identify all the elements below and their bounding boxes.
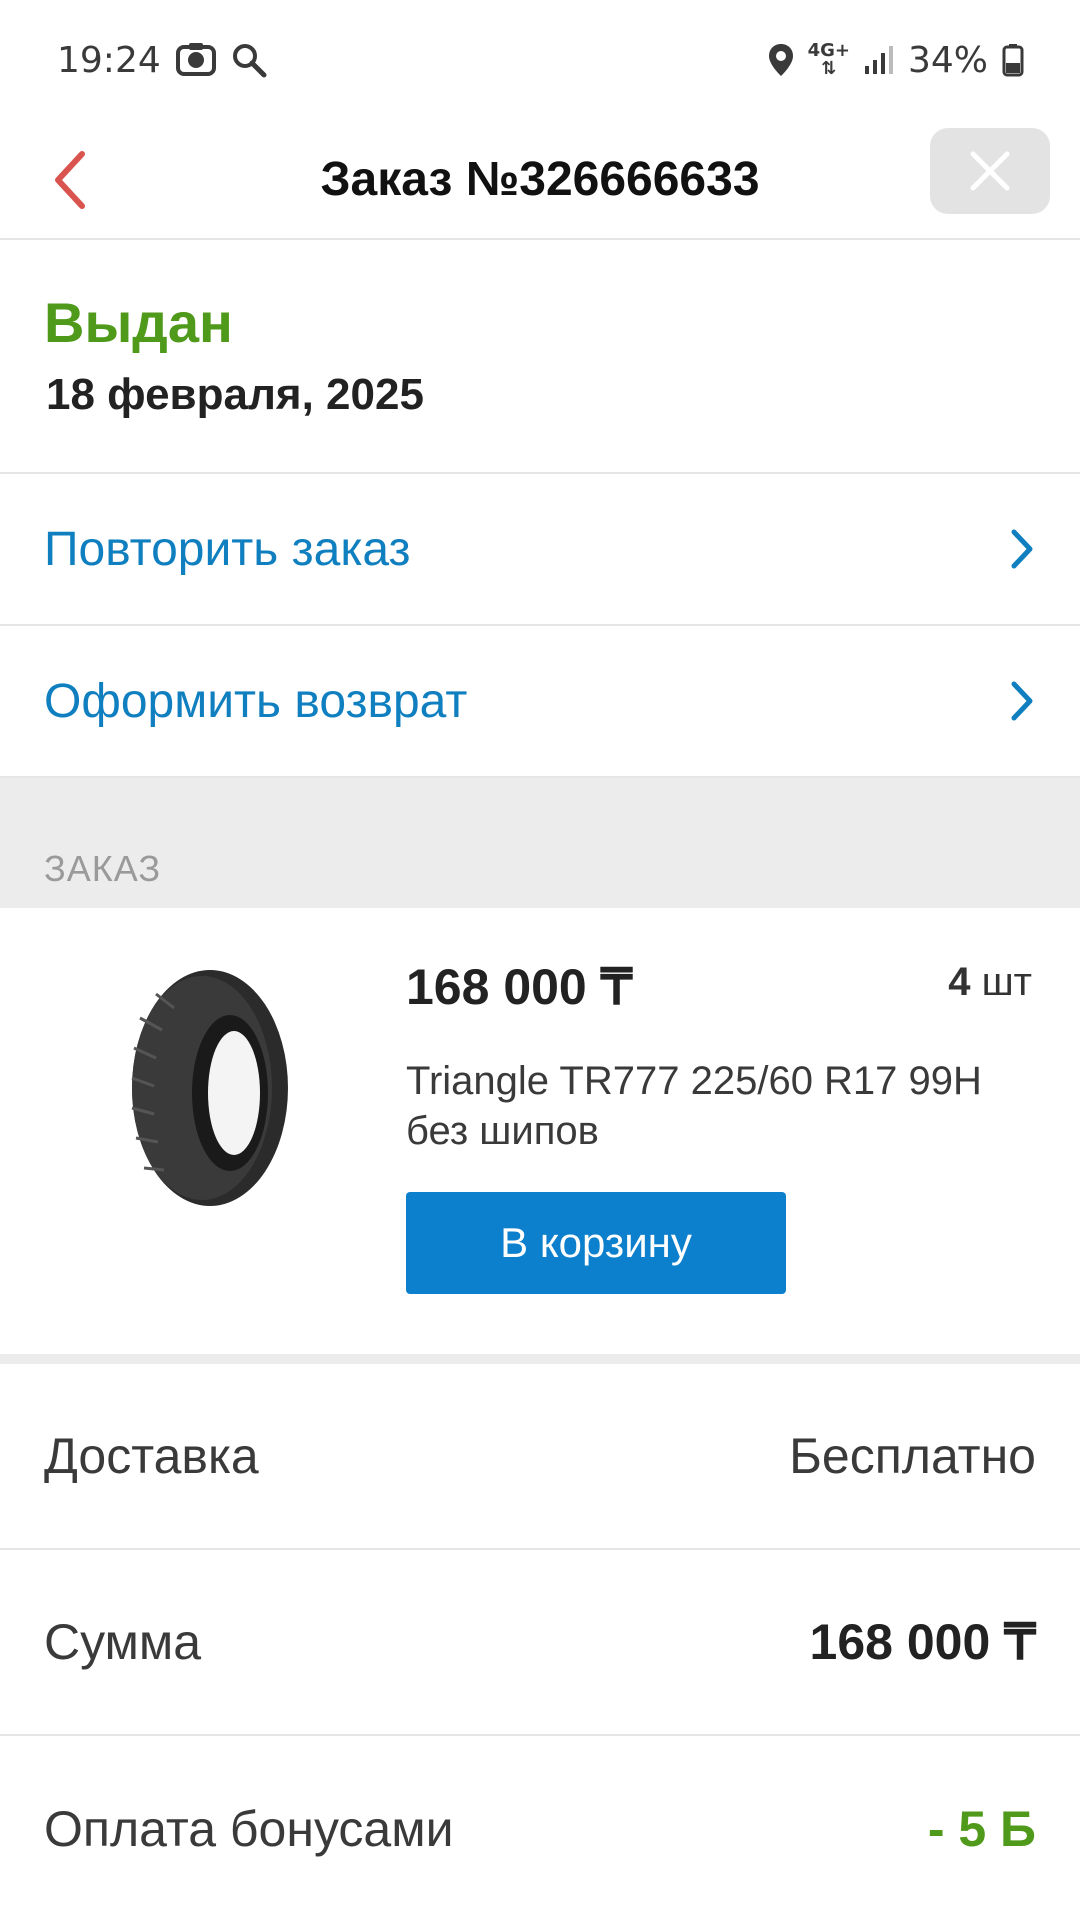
- sum-value: 168 000 ₸: [809, 1614, 1036, 1670]
- data-arrows-icon: ⇅: [821, 58, 837, 79]
- product-image[interactable]: [110, 958, 310, 1223]
- search-notification-icon: [231, 42, 267, 78]
- delivery-value: Бесплатно: [789, 1428, 1036, 1484]
- order-status-block: Выдан 18 февраля, 2025: [0, 242, 1080, 474]
- gallery-notification-icon: [175, 42, 217, 78]
- section-label: ЗАКАЗ: [44, 848, 162, 889]
- order-section-header: ЗАКАЗ: [0, 778, 1080, 908]
- product-quantity: 4 шт: [948, 960, 1032, 1005]
- battery-icon: [1002, 43, 1024, 77]
- bonus-row: Оплата бонусами - 5 Б: [0, 1736, 1080, 1922]
- chevron-right-icon: [1011, 681, 1033, 721]
- product-price: 168 000 ₸: [406, 959, 633, 1015]
- repeat-order-row[interactable]: Повторить заказ: [0, 474, 1080, 626]
- signal-icon: [864, 44, 894, 76]
- status-bar: 19:24 4G+ ⇅ 34%: [0, 0, 1080, 120]
- product-name[interactable]: Triangle TR777 225/60 R17 99H без шипов: [406, 1056, 986, 1156]
- battery-percent: 34%: [907, 39, 988, 81]
- status-time: 19:24: [57, 39, 161, 81]
- return-order-row[interactable]: Оформить возврат: [0, 626, 1080, 778]
- product-item: 168 000 ₸ 4 шт Triangle TR777 225/60 R17…: [0, 908, 1080, 1358]
- order-status-label: Выдан: [44, 291, 233, 354]
- page-title: Заказ №326666633: [320, 153, 760, 206]
- close-icon: [970, 151, 1010, 191]
- tire-icon: [131, 970, 288, 1206]
- close-button[interactable]: [930, 128, 1050, 214]
- delivery-label: Доставка: [44, 1428, 259, 1484]
- network-type-icon: 4G+ ⇅: [808, 42, 850, 78]
- location-icon: [768, 43, 794, 77]
- quantity-unit: шт: [981, 960, 1032, 1004]
- return-order-label: Оформить возврат: [44, 674, 468, 728]
- bonus-label: Оплата бонусами: [44, 1801, 454, 1857]
- quantity-number: 4: [948, 960, 971, 1004]
- section-divider: [0, 1354, 1080, 1364]
- bonus-value: - 5 Б: [927, 1801, 1036, 1857]
- sum-row: Сумма 168 000 ₸: [0, 1550, 1080, 1736]
- sum-label: Сумма: [44, 1614, 202, 1670]
- chevron-left-icon: [55, 151, 85, 209]
- chevron-right-icon: [1011, 529, 1033, 569]
- delivery-row: Доставка Бесплатно: [0, 1364, 1080, 1550]
- order-status-date: 18 февраля, 2025: [46, 370, 424, 419]
- repeat-order-label: Повторить заказ: [44, 522, 411, 576]
- back-button[interactable]: [50, 140, 130, 220]
- add-to-cart-button[interactable]: В корзину: [406, 1192, 786, 1294]
- app-header: Заказ №326666633: [0, 120, 1080, 240]
- status-bar-right: 4G+ ⇅ 34%: [768, 40, 1024, 81]
- status-bar-left: 19:24: [57, 40, 267, 81]
